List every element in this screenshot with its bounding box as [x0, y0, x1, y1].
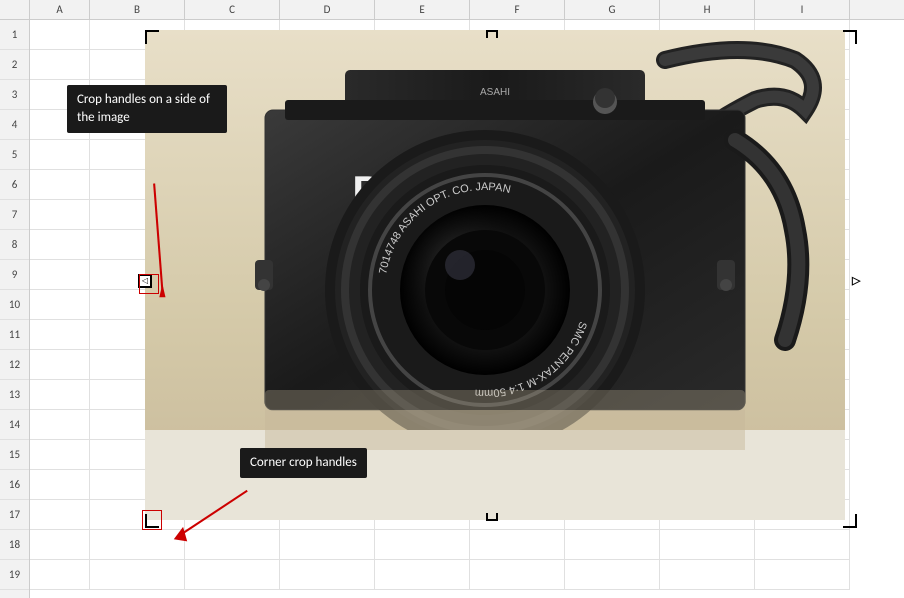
col-header-g[interactable]: G: [565, 0, 660, 19]
grid-cell[interactable]: [470, 560, 565, 590]
row-num-8[interactable]: 8: [0, 230, 29, 260]
grid-cell[interactable]: [30, 290, 90, 320]
column-headers: A B C D E F G H I: [0, 0, 904, 20]
row-num-5[interactable]: 5: [0, 140, 29, 170]
camera-svg: PENTAX MLX 7014748 ASAHI OP: [145, 30, 845, 520]
col-header-i[interactable]: I: [755, 0, 850, 19]
grid-cell[interactable]: [30, 230, 90, 260]
grid-cell[interactable]: [565, 560, 660, 590]
row-num-18[interactable]: 18: [0, 530, 29, 560]
grid-cell[interactable]: [185, 530, 280, 560]
crop-handle-bottom-right[interactable]: [843, 514, 857, 528]
row-num-2[interactable]: 2: [0, 50, 29, 80]
row-num-11[interactable]: 11: [0, 320, 29, 350]
grid-cell[interactable]: [30, 350, 90, 380]
row-num-7[interactable]: 7: [0, 200, 29, 230]
row-num-9[interactable]: 9: [0, 260, 29, 290]
spreadsheet: A B C D E F G H I 1 2 3 4 5 6 7 8 9 10 1…: [0, 0, 904, 598]
grid-cell[interactable]: [30, 500, 90, 530]
tooltip-side-handles-text: Crop handles on a side of the image: [77, 92, 210, 125]
crop-handle-bottom-center[interactable]: [486, 513, 498, 521]
crop-handle-top-left[interactable]: [145, 30, 159, 44]
col-header-a[interactable]: A: [30, 0, 90, 19]
row-num-14[interactable]: 14: [0, 410, 29, 440]
grid-cell[interactable]: [280, 560, 375, 590]
tooltip-corner-handles-text: Corner crop handles: [250, 455, 357, 470]
grid-body: 1 2 3 4 5 6 7 8 9 10 11 12 13 14 15 16 1…: [0, 20, 904, 598]
grid-cell[interactable]: [30, 200, 90, 230]
row-numbers: 1 2 3 4 5 6 7 8 9 10 11 12 13 14 15 16 1…: [0, 20, 30, 598]
grid-cell[interactable]: [660, 530, 755, 560]
grid-cell[interactable]: [30, 320, 90, 350]
row-num-6[interactable]: 6: [0, 170, 29, 200]
grid-cell[interactable]: [30, 140, 90, 170]
col-header-d[interactable]: D: [280, 0, 375, 19]
row-num-19[interactable]: 19: [0, 560, 29, 590]
tooltip-corner-handles: Corner crop handles: [240, 448, 367, 478]
grid-cell[interactable]: [565, 530, 660, 560]
row-num-17[interactable]: 17: [0, 500, 29, 530]
grid-cell[interactable]: [280, 530, 375, 560]
grid-cell[interactable]: [375, 560, 470, 590]
grid-cell[interactable]: [30, 410, 90, 440]
row-num-16[interactable]: 16: [0, 470, 29, 500]
crop-handle-top-right[interactable]: [843, 30, 857, 44]
camera-image: PENTAX MLX 7014748 ASAHI OP: [145, 30, 845, 520]
grid-area: PENTAX MLX 7014748 ASAHI OP: [30, 20, 904, 598]
grid-cell[interactable]: [755, 560, 850, 590]
grid-cell[interactable]: [30, 440, 90, 470]
grid-cell[interactable]: [375, 530, 470, 560]
grid-cell[interactable]: [30, 530, 90, 560]
grid-cell[interactable]: [30, 560, 90, 590]
tooltip-side-handles: Crop handles on a side of the image: [67, 85, 227, 133]
left-handle-highlight: [139, 274, 159, 294]
row-num-10[interactable]: 10: [0, 290, 29, 320]
svg-text:ASAHI: ASAHI: [480, 87, 510, 98]
col-header-b[interactable]: B: [90, 0, 185, 19]
crop-handle-right-center[interactable]: ▷: [852, 274, 860, 287]
row-num-12[interactable]: 12: [0, 350, 29, 380]
grid-cell[interactable]: [185, 560, 280, 590]
grid-cell[interactable]: [470, 530, 565, 560]
grid-cell[interactable]: [90, 530, 185, 560]
corner-cell: [0, 0, 30, 19]
grid-cell[interactable]: [30, 20, 90, 50]
grid-cell[interactable]: [30, 50, 90, 80]
grid-cell[interactable]: [755, 530, 850, 560]
grid-cell[interactable]: [30, 170, 90, 200]
row-num-3[interactable]: 3: [0, 80, 29, 110]
grid-cell[interactable]: [30, 470, 90, 500]
col-header-c[interactable]: C: [185, 0, 280, 19]
grid-cell[interactable]: [90, 560, 185, 590]
grid-cell[interactable]: [30, 380, 90, 410]
row-num-13[interactable]: 13: [0, 380, 29, 410]
grid-cell[interactable]: [30, 260, 90, 290]
col-header-e[interactable]: E: [375, 0, 470, 19]
col-header-f[interactable]: F: [470, 0, 565, 19]
camera-image-container: PENTAX MLX 7014748 ASAHI OP: [145, 30, 845, 520]
row-num-4[interactable]: 4: [0, 110, 29, 140]
row-num-1[interactable]: 1: [0, 20, 29, 50]
bottom-left-handle-highlight: [142, 510, 162, 530]
col-header-h[interactable]: H: [660, 0, 755, 19]
grid-cell[interactable]: [660, 560, 755, 590]
row-num-15[interactable]: 15: [0, 440, 29, 470]
crop-handle-top-center[interactable]: [486, 30, 498, 38]
